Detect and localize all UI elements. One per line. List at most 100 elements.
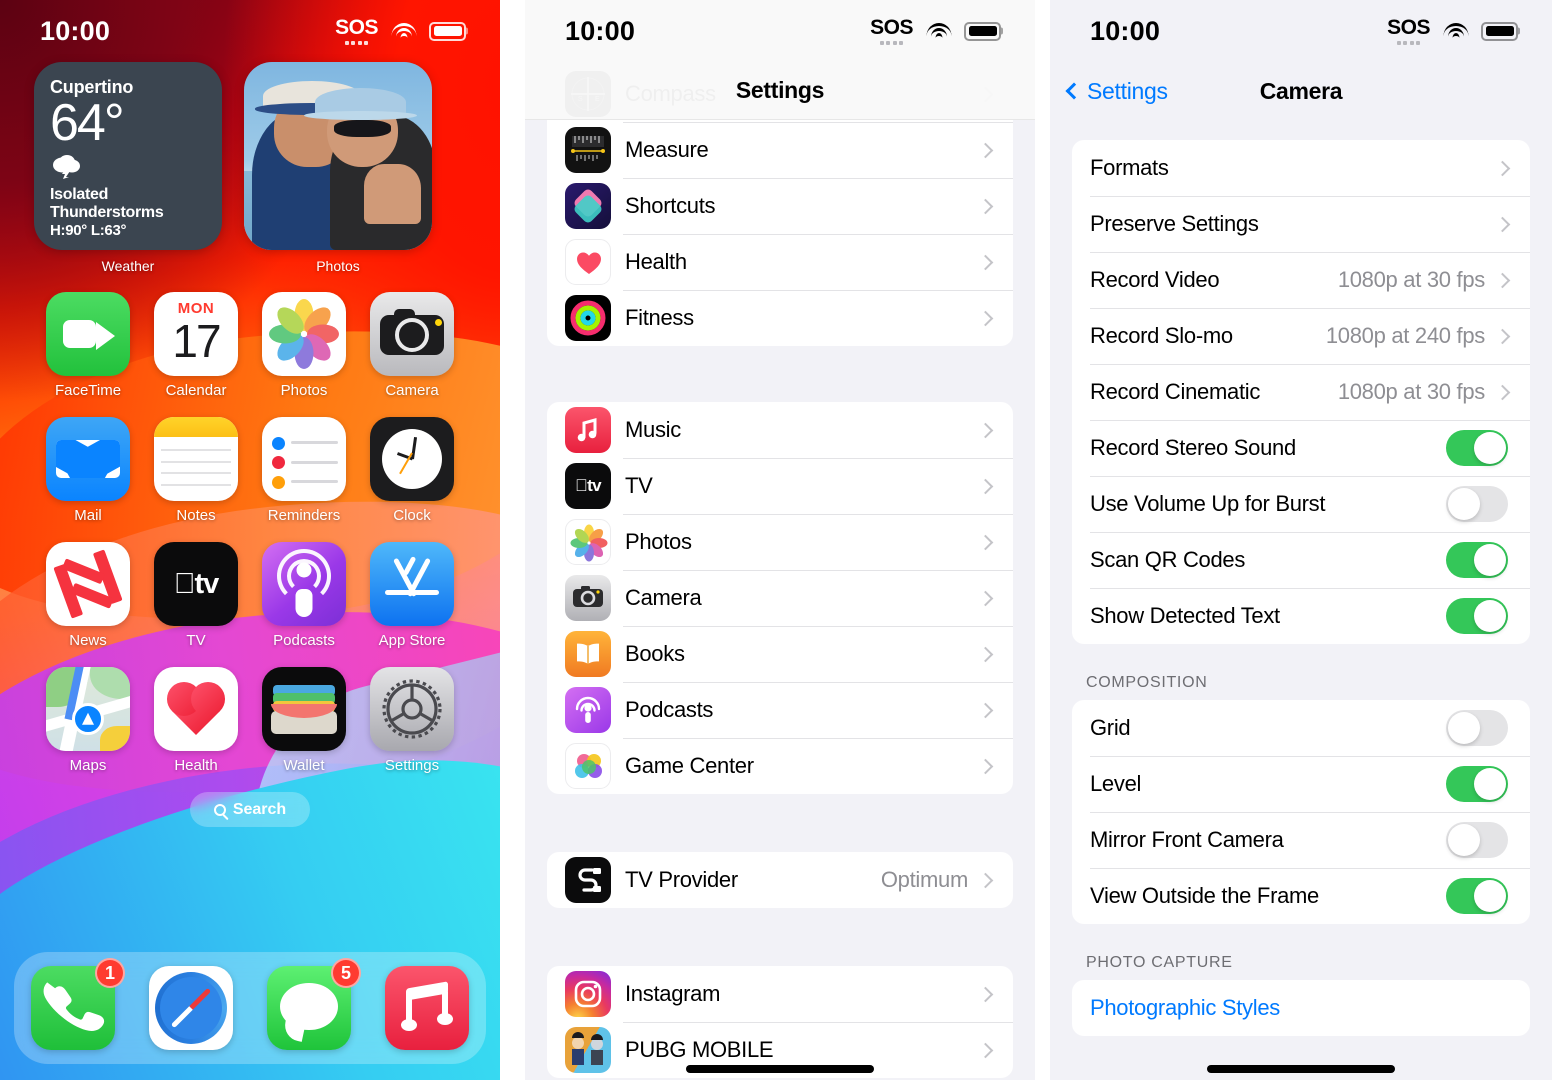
app-label: Clock [393, 507, 431, 524]
app-label: Photos [280, 382, 328, 399]
camera-row-photographic-styles[interactable]: Photographic Styles [1072, 980, 1530, 1036]
settings-row-fitness[interactable]: Fitness [547, 290, 1013, 346]
app-notes[interactable]: Notes [146, 417, 246, 524]
settings-group-4: Instagram PUBG MOBILE [547, 966, 1013, 1078]
camera-row-level[interactable]: Level [1072, 756, 1530, 812]
camera-row-record-video[interactable]: Record Video 1080p at 30 fps [1072, 252, 1530, 308]
weather-widget[interactable]: Cupertino 64° Isolated Thunderstorms H:9 [34, 62, 222, 274]
row-label: Shortcuts [625, 193, 716, 218]
status-bar-home: 10:00 SOS [0, 0, 500, 62]
status-time: 10:00 [1090, 15, 1161, 46]
dock-safari[interactable] [149, 966, 233, 1050]
settings-row-books[interactable]: Books [547, 626, 1013, 682]
settings-row-health[interactable]: Health [547, 234, 1013, 290]
camera-row-record-slomo[interactable]: Record Slo-mo 1080p at 240 fps [1072, 308, 1530, 364]
camera-row-formats[interactable]: Formats [1072, 140, 1530, 196]
camera-group-general: Formats Preserve Settings Record Video 1… [1072, 140, 1530, 644]
camera-row-grid[interactable]: Grid [1072, 700, 1530, 756]
camera-row-mirror-front-camera[interactable]: Mirror Front Camera [1072, 812, 1530, 868]
photos-icon [565, 519, 611, 565]
toggle-grid[interactable] [1446, 710, 1508, 746]
dock-music[interactable] [385, 966, 469, 1050]
app-podcasts[interactable]: Podcasts [254, 542, 354, 649]
settings-row-podcasts[interactable]: Podcasts [547, 682, 1013, 738]
app-news[interactable]: News [38, 542, 138, 649]
settings-row-measure[interactable]: Measure [547, 122, 1013, 178]
settings-row-music[interactable]: Music [547, 402, 1013, 458]
camera-row-volume-up-burst[interactable]: Use Volume Up for Burst [1072, 476, 1530, 532]
app-mail[interactable]: Mail [38, 417, 138, 524]
back-button[interactable]: Settings [1065, 78, 1168, 105]
app-camera[interactable]: Camera [362, 292, 462, 399]
settings-row-camera[interactable]: Camera [547, 570, 1013, 626]
settings-row-tvprovider[interactable]: TV Provider Optimum [547, 852, 1013, 908]
dock-messages[interactable]: 5 [267, 958, 361, 1050]
app-label: Health [174, 757, 218, 774]
app-clock[interactable]: Clock [362, 417, 462, 524]
app-photos[interactable]: Photos [254, 292, 354, 399]
row-label: Music [625, 417, 681, 442]
chevron-right-icon [977, 986, 994, 1002]
row-label: Use Volume Up for Burst [1090, 491, 1326, 516]
search-button[interactable]: Search [190, 792, 310, 827]
row-label: TV [625, 473, 653, 498]
pane-divider-2 [1035, 0, 1050, 1080]
app-reminders[interactable]: Reminders [254, 417, 354, 524]
app-label: Maps [69, 757, 107, 774]
battery-icon [964, 21, 1001, 41]
settings-row-photos[interactable]: Photos [547, 514, 1013, 570]
app-maps[interactable]: Maps [38, 667, 138, 774]
app-appstore[interactable]: App Store [362, 542, 462, 649]
app-health[interactable]: Health [146, 667, 246, 774]
toggle-scan-qr-codes[interactable] [1446, 542, 1508, 578]
row-label: Camera [625, 585, 702, 610]
status-time: 10:00 [40, 15, 111, 46]
music-icon [385, 966, 469, 1050]
camera-icon [370, 292, 454, 376]
photos-widget[interactable]: Photos [244, 62, 432, 274]
app-settings[interactable]: Settings [362, 667, 462, 774]
app-label: News [69, 632, 107, 649]
camera-row-preserve-settings[interactable]: Preserve Settings [1072, 196, 1530, 252]
row-label: Preserve Settings [1090, 211, 1259, 236]
toggle-view-outside-frame[interactable] [1446, 878, 1508, 914]
camera-scroll[interactable]: Formats Preserve Settings Record Video 1… [1050, 120, 1552, 1080]
settings-row-shortcuts[interactable]: Shortcuts [547, 178, 1013, 234]
row-label: Record Video [1090, 267, 1220, 292]
app-facetime[interactable]: FaceTime [38, 292, 138, 399]
app-wallet[interactable]: Wallet [254, 667, 354, 774]
camera-row-record-stereo-sound[interactable]: Record Stereo Sound [1072, 420, 1530, 476]
chevron-right-icon [1494, 328, 1511, 344]
row-label: Photos [625, 529, 692, 554]
camera-row-view-outside-frame[interactable]: View Outside the Frame [1072, 868, 1530, 924]
row-label: Mirror Front Camera [1090, 827, 1284, 852]
app-label: Settings [384, 757, 440, 774]
wallet-icon [262, 667, 346, 751]
settings-row-gamecenter[interactable]: Game Center [547, 738, 1013, 794]
row-label: PUBG MOBILE [625, 1037, 774, 1062]
toggle-show-detected-text[interactable] [1446, 598, 1508, 634]
toggle-mirror-front-camera[interactable] [1446, 822, 1508, 858]
status-time: 10:00 [565, 15, 636, 46]
app-tv[interactable]: tv TV [146, 542, 246, 649]
toggle-record-stereo-sound[interactable] [1446, 430, 1508, 466]
camera-row-show-detected-text[interactable]: Show Detected Text [1072, 588, 1530, 644]
camera-row-record-cinematic[interactable]: Record Cinematic 1080p at 30 fps [1072, 364, 1530, 420]
weather-condition: Isolated Thunderstorms [50, 185, 164, 221]
row-label: Books [625, 641, 685, 666]
health-heart-icon [154, 667, 238, 751]
toggle-volume-up-burst[interactable] [1446, 486, 1508, 522]
chevron-right-icon [977, 422, 994, 438]
settings-group-2: Music tv TV [547, 402, 1013, 794]
app-calendar[interactable]: MON 17 Calendar [146, 292, 246, 399]
settings-row-tv[interactable]: tv TV [547, 458, 1013, 514]
settings-row-instagram[interactable]: Instagram [547, 966, 1013, 1022]
settings-scroll[interactable]: S E Compass [525, 0, 1035, 1080]
dock-phone[interactable]: 1 [31, 958, 125, 1050]
chevron-left-icon [1065, 82, 1083, 100]
toggle-level[interactable] [1446, 766, 1508, 802]
camera-row-scan-qr-codes[interactable]: Scan QR Codes [1072, 532, 1530, 588]
sos-label: SOS [335, 16, 378, 39]
